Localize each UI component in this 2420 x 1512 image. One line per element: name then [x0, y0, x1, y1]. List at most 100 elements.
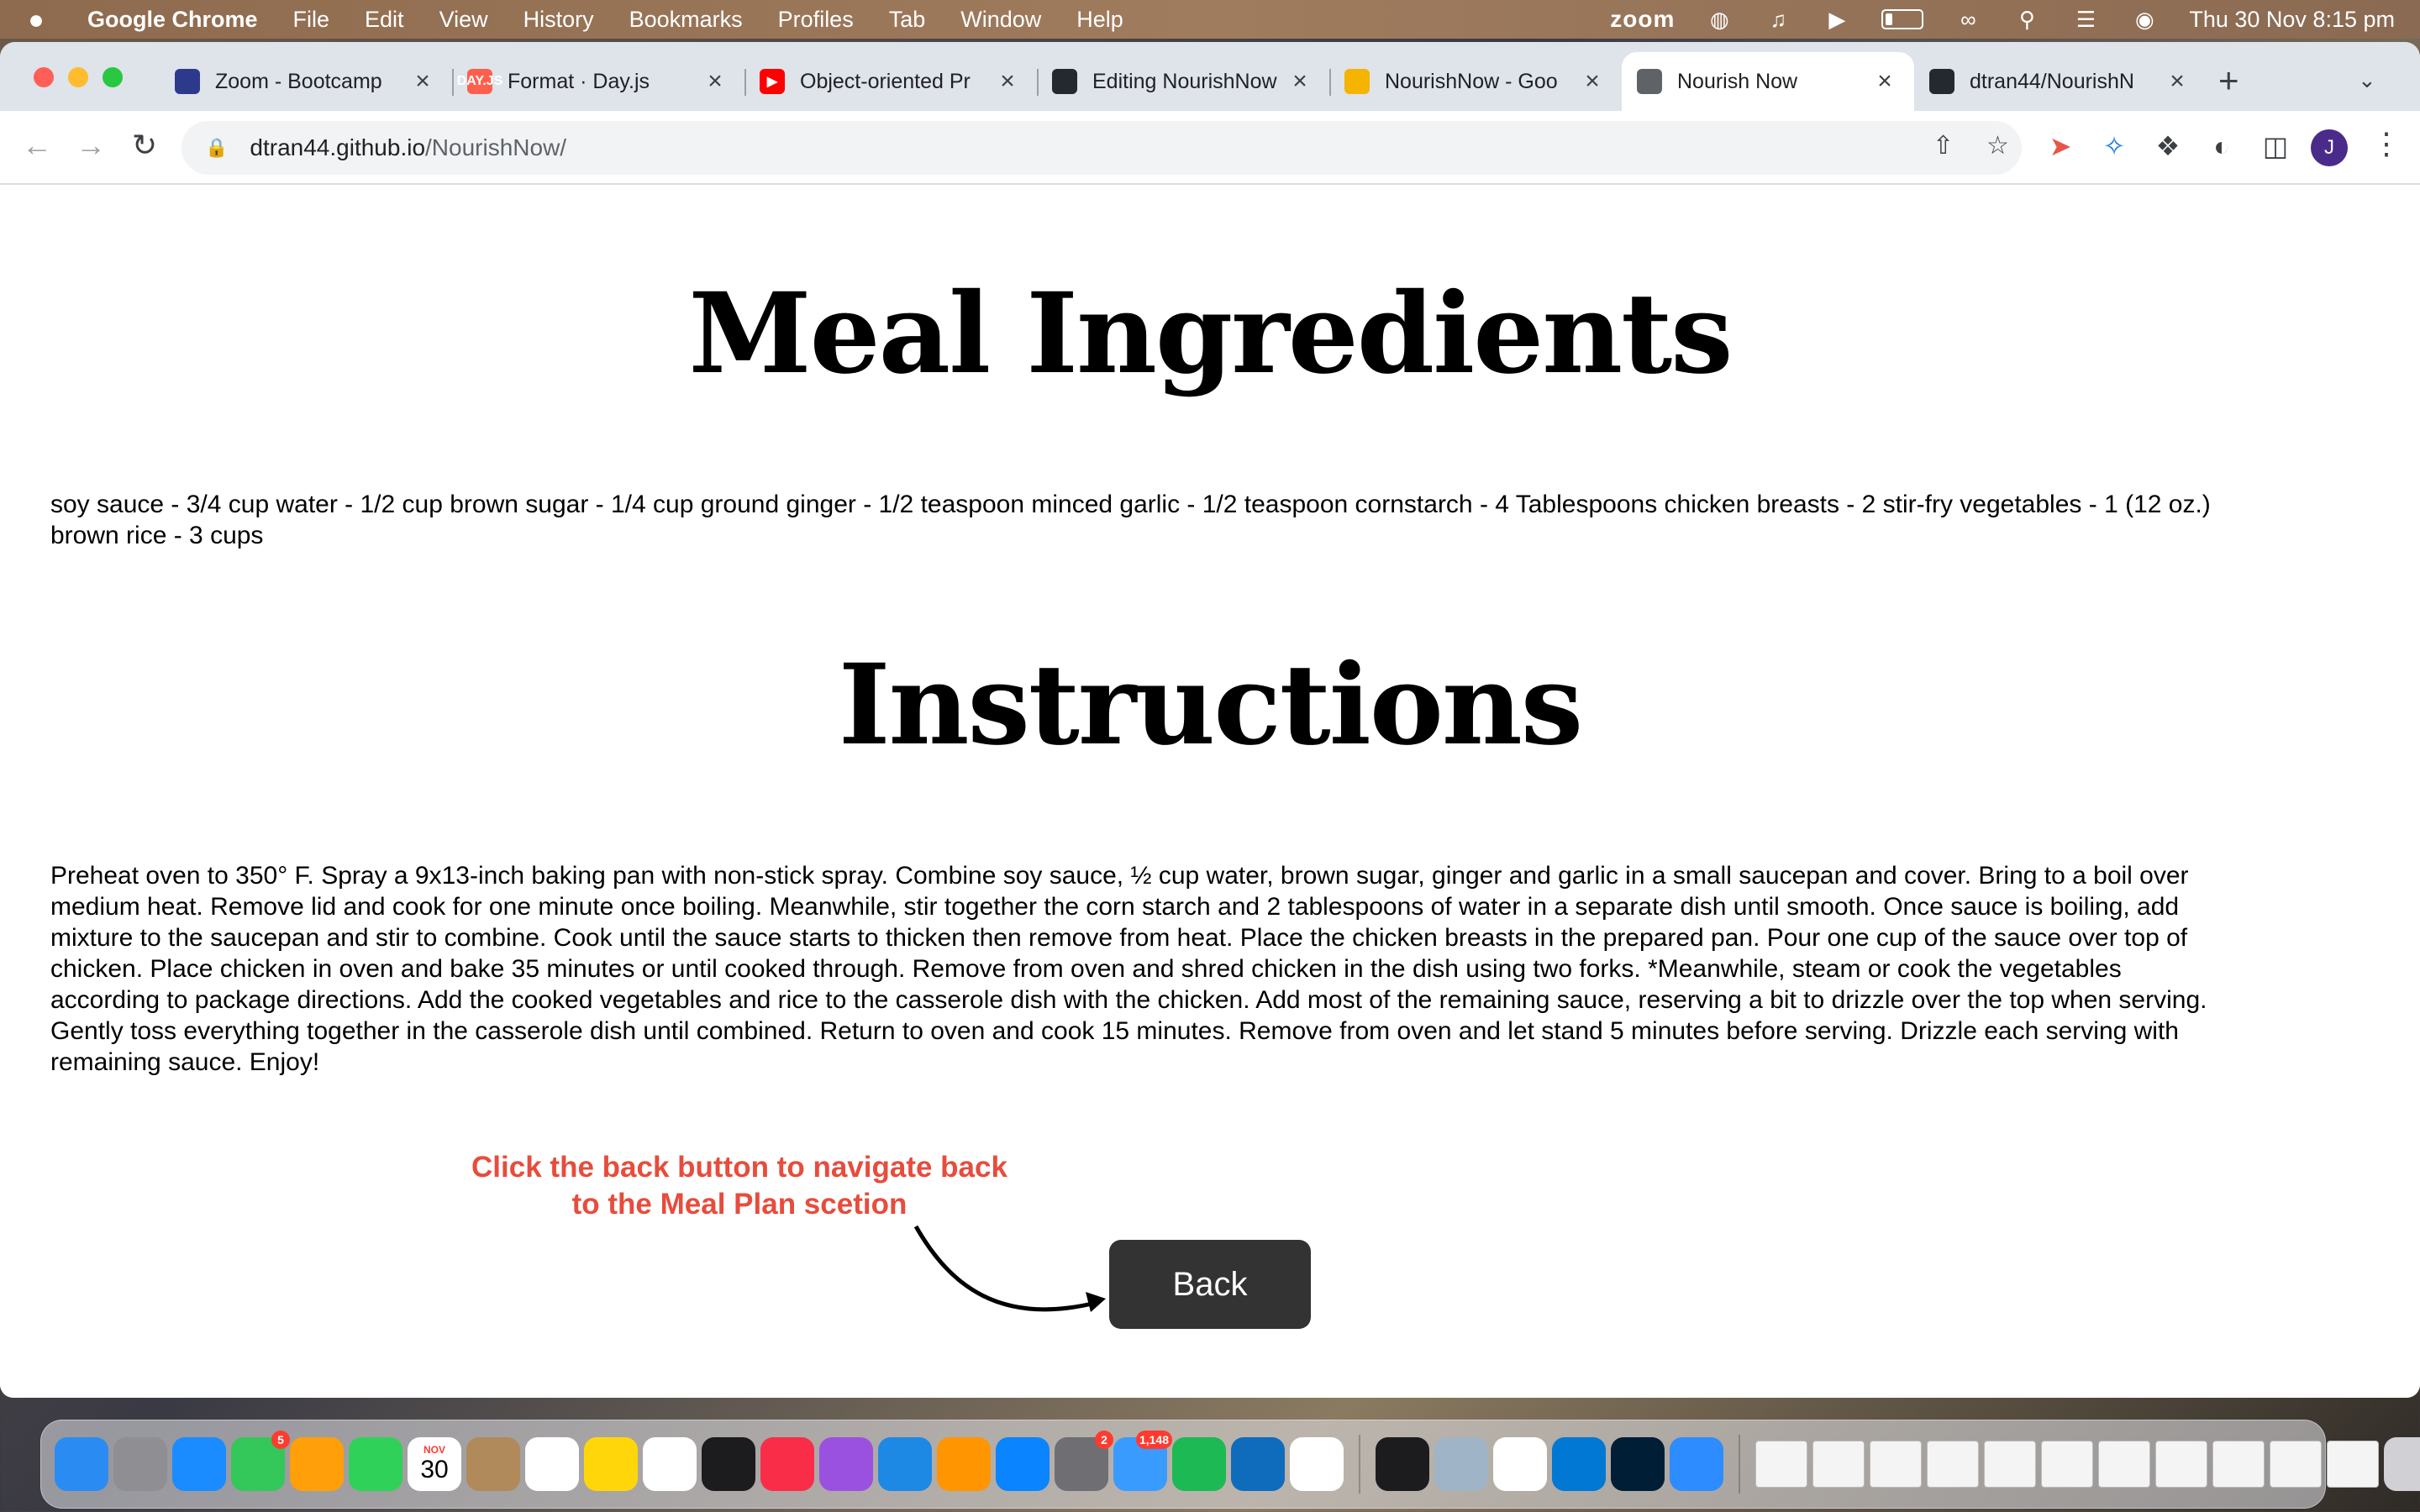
- menu-datetime[interactable]: Thu 30 Nov 8:15 pm: [2189, 7, 2395, 33]
- profile-avatar[interactable]: J: [2311, 129, 2348, 166]
- browser-tab[interactable]: ▶ Object-oriented Pr ×: [744, 52, 1037, 111]
- vscode-extension-icon[interactable]: ✧: [2097, 129, 2131, 163]
- link-icon[interactable]: ∞: [1954, 7, 1982, 32]
- reminders-icon[interactable]: [525, 1437, 579, 1491]
- spotlight-search-icon[interactable]: ⚲: [2012, 7, 2041, 32]
- minimized-window-thumbnail[interactable]: [1812, 1441, 1865, 1488]
- address-bar[interactable]: 🔒 dtran44.github.io/NourishNow/ ⇧ ☆: [182, 121, 2022, 175]
- bookmark-star-icon[interactable]: ☆: [1986, 131, 2009, 160]
- browser-tab[interactable]: Zoom - Bootcamp ×: [160, 52, 452, 111]
- tab-close-icon[interactable]: ×: [702, 67, 728, 96]
- minimized-window-thumbnail[interactable]: [2270, 1441, 2322, 1488]
- minimize-window-button[interactable]: [68, 67, 88, 87]
- new-tab-plus-icon[interactable]: +: [2218, 60, 2239, 101]
- photos-icon[interactable]: [290, 1437, 344, 1491]
- minimized-window-thumbnail[interactable]: [2327, 1441, 2379, 1488]
- menu-edit[interactable]: Edit: [365, 7, 404, 33]
- podcasts-icon[interactable]: [819, 1437, 873, 1491]
- tab-close-icon[interactable]: ×: [995, 67, 1020, 96]
- chrome-menu-kebab-icon[interactable]: ⋮: [2371, 126, 2402, 161]
- vscode-icon[interactable]: [1552, 1437, 1606, 1491]
- tab-close-icon[interactable]: ×: [1580, 67, 1605, 96]
- instructions-line: Preheat oven to 350° F. Spray a 9x13-inc…: [50, 862, 2189, 890]
- pages-icon[interactable]: [937, 1437, 991, 1491]
- fullscreen-window-button[interactable]: [103, 67, 123, 87]
- preview-icon[interactable]: [1434, 1437, 1488, 1491]
- tab-search-chevron-icon[interactable]: ⌄: [2358, 67, 2376, 93]
- zoom-icon[interactable]: [1670, 1437, 1723, 1491]
- reload-icon[interactable]: ↻: [124, 128, 165, 163]
- spotify-icon[interactable]: [1172, 1437, 1226, 1491]
- extensions-puzzle-icon[interactable]: ❖: [2151, 129, 2185, 163]
- outlook-icon[interactable]: [1231, 1437, 1285, 1491]
- tv-icon[interactable]: [702, 1437, 755, 1491]
- control-center-icon[interactable]: ☰: [2071, 7, 2100, 32]
- menu-profiles[interactable]: Profiles: [778, 7, 854, 33]
- minimized-window-thumbnail[interactable]: [1984, 1441, 2036, 1488]
- browser-tab[interactable]: DAY.JS Format · Day.js ×: [452, 52, 744, 111]
- play-icon[interactable]: ▶: [1823, 7, 1851, 32]
- airpods-icon[interactable]: ♫: [1764, 7, 1792, 32]
- browser-tab[interactable]: dtran44/NourishN ×: [1914, 52, 2207, 111]
- minimized-window-thumbnail[interactable]: [2041, 1441, 2093, 1488]
- siri-icon[interactable]: ◉: [2130, 7, 2159, 32]
- browser-tab[interactable]: Nourish Now ×: [1622, 52, 1914, 111]
- keynote-icon[interactable]: [878, 1437, 932, 1491]
- menu-bookmarks[interactable]: Bookmarks: [629, 7, 743, 33]
- system-settings-icon[interactable]: 2: [1055, 1431, 1113, 1491]
- menu-file[interactable]: File: [293, 7, 330, 33]
- browser-tab[interactable]: NourishNow - Goo ×: [1329, 52, 1622, 111]
- menu-view[interactable]: View: [439, 7, 488, 33]
- minimized-window-thumbnail[interactable]: [1755, 1441, 1807, 1488]
- apple-menu-icon[interactable]: ●: [25, 4, 47, 35]
- menu-history[interactable]: History: [523, 7, 594, 33]
- forward-arrow-icon[interactable]: →: [71, 128, 111, 163]
- photoshop-icon[interactable]: [1611, 1437, 1665, 1491]
- close-window-button[interactable]: [34, 67, 54, 87]
- minimized-window-thumbnail[interactable]: [2155, 1441, 2207, 1488]
- lock-icon[interactable]: 🔒: [205, 137, 228, 159]
- launchpad-icon[interactable]: [113, 1437, 167, 1491]
- calendar-icon[interactable]: NOV 30: [408, 1437, 461, 1491]
- ingredients-line: brown rice - 3 cups: [50, 522, 264, 549]
- tabs-list: Zoom - Bootcamp × DAY.JS Format · Day.js × ▶ O…: [160, 52, 2207, 111]
- minimized-window-thumbnail[interactable]: [1870, 1441, 1922, 1488]
- slack-icon[interactable]: [1493, 1437, 1547, 1491]
- trash-icon[interactable]: [2384, 1437, 2420, 1491]
- side-panel-icon[interactable]: ◫: [2259, 129, 2292, 163]
- terminal-icon[interactable]: [1376, 1437, 1429, 1491]
- mail-icon[interactable]: 1,148: [1113, 1431, 1172, 1491]
- browser-tab[interactable]: Editing NourishNow ×: [1037, 52, 1329, 111]
- finder-icon[interactable]: [55, 1437, 108, 1491]
- contacts-icon[interactable]: [466, 1437, 520, 1491]
- back-button[interactable]: Back: [1109, 1240, 1311, 1329]
- minimized-window-thumbnail[interactable]: [2098, 1441, 2150, 1488]
- tab-close-icon[interactable]: ×: [410, 67, 435, 96]
- facetime-icon[interactable]: [349, 1437, 402, 1491]
- freeform-icon[interactable]: [643, 1437, 697, 1491]
- menu-help[interactable]: Help: [1076, 7, 1123, 33]
- tab-favicon-icon: ▶: [760, 69, 785, 94]
- extension-leaf-icon[interactable]: ◐: [2205, 129, 2238, 163]
- tab-close-icon[interactable]: ×: [2165, 67, 2190, 96]
- menu-app-name[interactable]: Google Chrome: [87, 7, 258, 33]
- menu-window[interactable]: Window: [960, 7, 1041, 33]
- notes-icon[interactable]: [584, 1437, 638, 1491]
- instructions-line: remaining sauce. Enjoy!: [50, 1048, 320, 1076]
- extension-arrow-icon[interactable]: ➤: [2044, 129, 2077, 163]
- menu-tab[interactable]: Tab: [889, 7, 926, 33]
- minimized-window-thumbnail[interactable]: [2212, 1441, 2265, 1488]
- chrome-icon[interactable]: [1290, 1437, 1344, 1491]
- app-store-icon[interactable]: [996, 1437, 1050, 1491]
- tab-close-icon[interactable]: ×: [1872, 67, 1897, 96]
- minimized-window-thumbnail[interactable]: [1927, 1441, 1979, 1488]
- zoom-status-label[interactable]: zoom: [1610, 6, 1675, 33]
- safari-icon[interactable]: [172, 1437, 226, 1491]
- messages-icon[interactable]: 5: [231, 1431, 290, 1491]
- screen-share-icon[interactable]: ◍: [1705, 7, 1733, 32]
- share-icon[interactable]: ⇧: [1933, 131, 1954, 160]
- music-icon[interactable]: [760, 1437, 814, 1491]
- tab-close-icon[interactable]: ×: [1287, 67, 1313, 96]
- back-arrow-icon[interactable]: ←: [17, 128, 57, 163]
- battery-icon[interactable]: [1881, 9, 1924, 29]
